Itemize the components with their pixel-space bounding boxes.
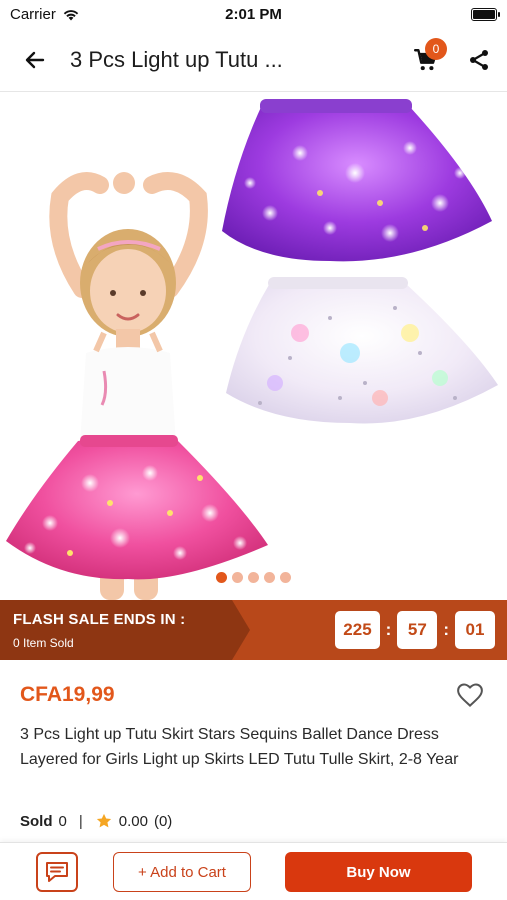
timer-separator: :	[443, 620, 449, 639]
buy-now-button[interactable]: Buy Now	[285, 852, 472, 892]
product-image	[6, 99, 498, 600]
flash-sale-title: FLASH SALE ENDS IN :	[13, 611, 186, 628]
timer-seconds: 01	[455, 611, 495, 649]
product-description: 3 Pcs Light up Tutu Skirt Stars Sequins …	[20, 726, 459, 768]
header: 3 Pcs Light up Tutu ... 0	[0, 28, 507, 92]
chat-icon	[46, 862, 68, 882]
gallery-dot[interactable]	[248, 572, 259, 583]
stats-divider: |	[78, 812, 83, 830]
gallery-pagination	[0, 572, 507, 583]
timer-separator: :	[385, 620, 392, 639]
sold-count: 0	[58, 812, 67, 830]
wishlist-button[interactable]	[455, 680, 485, 710]
carrier-label: Carrier	[10, 5, 56, 23]
timer-hours: 225	[335, 611, 380, 649]
gallery-dot[interactable]	[216, 572, 227, 583]
gallery-dot[interactable]	[280, 572, 291, 583]
timer-minutes: 57	[397, 611, 438, 649]
bottom-action-bar: + Add to Cart Buy Now	[0, 842, 507, 900]
heart-icon	[457, 683, 483, 707]
back-button[interactable]	[0, 28, 70, 92]
product-image-gallery[interactable]	[0, 93, 507, 600]
page-title: 3 Pcs Light up Tutu ...	[70, 46, 283, 72]
cart-count-badge: 0	[425, 37, 447, 60]
product-price: CFA19,99	[20, 683, 115, 706]
rating-value: 0.00	[118, 812, 148, 830]
cart-button[interactable]: 0	[401, 28, 451, 92]
gallery-dot[interactable]	[232, 572, 243, 583]
star-icon	[96, 813, 111, 828]
gallery-dot[interactable]	[264, 572, 275, 583]
product-info: CFA19,99 3 Pcs Light up Tutu Skirt Stars…	[0, 660, 507, 840]
status-bar: Carrier 2:01 PM	[0, 0, 507, 28]
back-arrow-icon	[25, 51, 45, 68]
items-sold-text: 0 Item Sold	[13, 636, 74, 650]
share-button[interactable]	[451, 28, 507, 92]
wifi-icon	[63, 10, 79, 21]
review-count: (0)	[153, 812, 173, 830]
share-icon	[470, 49, 488, 70]
status-left: Carrier	[10, 6, 80, 23]
add-to-cart-button[interactable]: + Add to Cart	[113, 852, 251, 892]
sold-label: Sold	[20, 812, 53, 830]
chat-button[interactable]	[36, 852, 78, 892]
flash-sale-banner: FLASH SALE ENDS IN : 0 Item Sold 225 : 5…	[0, 600, 507, 660]
product-stats: Sold 0 | 0.00 (0)	[20, 812, 172, 830]
countdown-timer: 225 : 57 : 01	[335, 611, 495, 649]
battery-icon	[471, 7, 500, 21]
flash-sale-label-panel	[0, 600, 250, 660]
